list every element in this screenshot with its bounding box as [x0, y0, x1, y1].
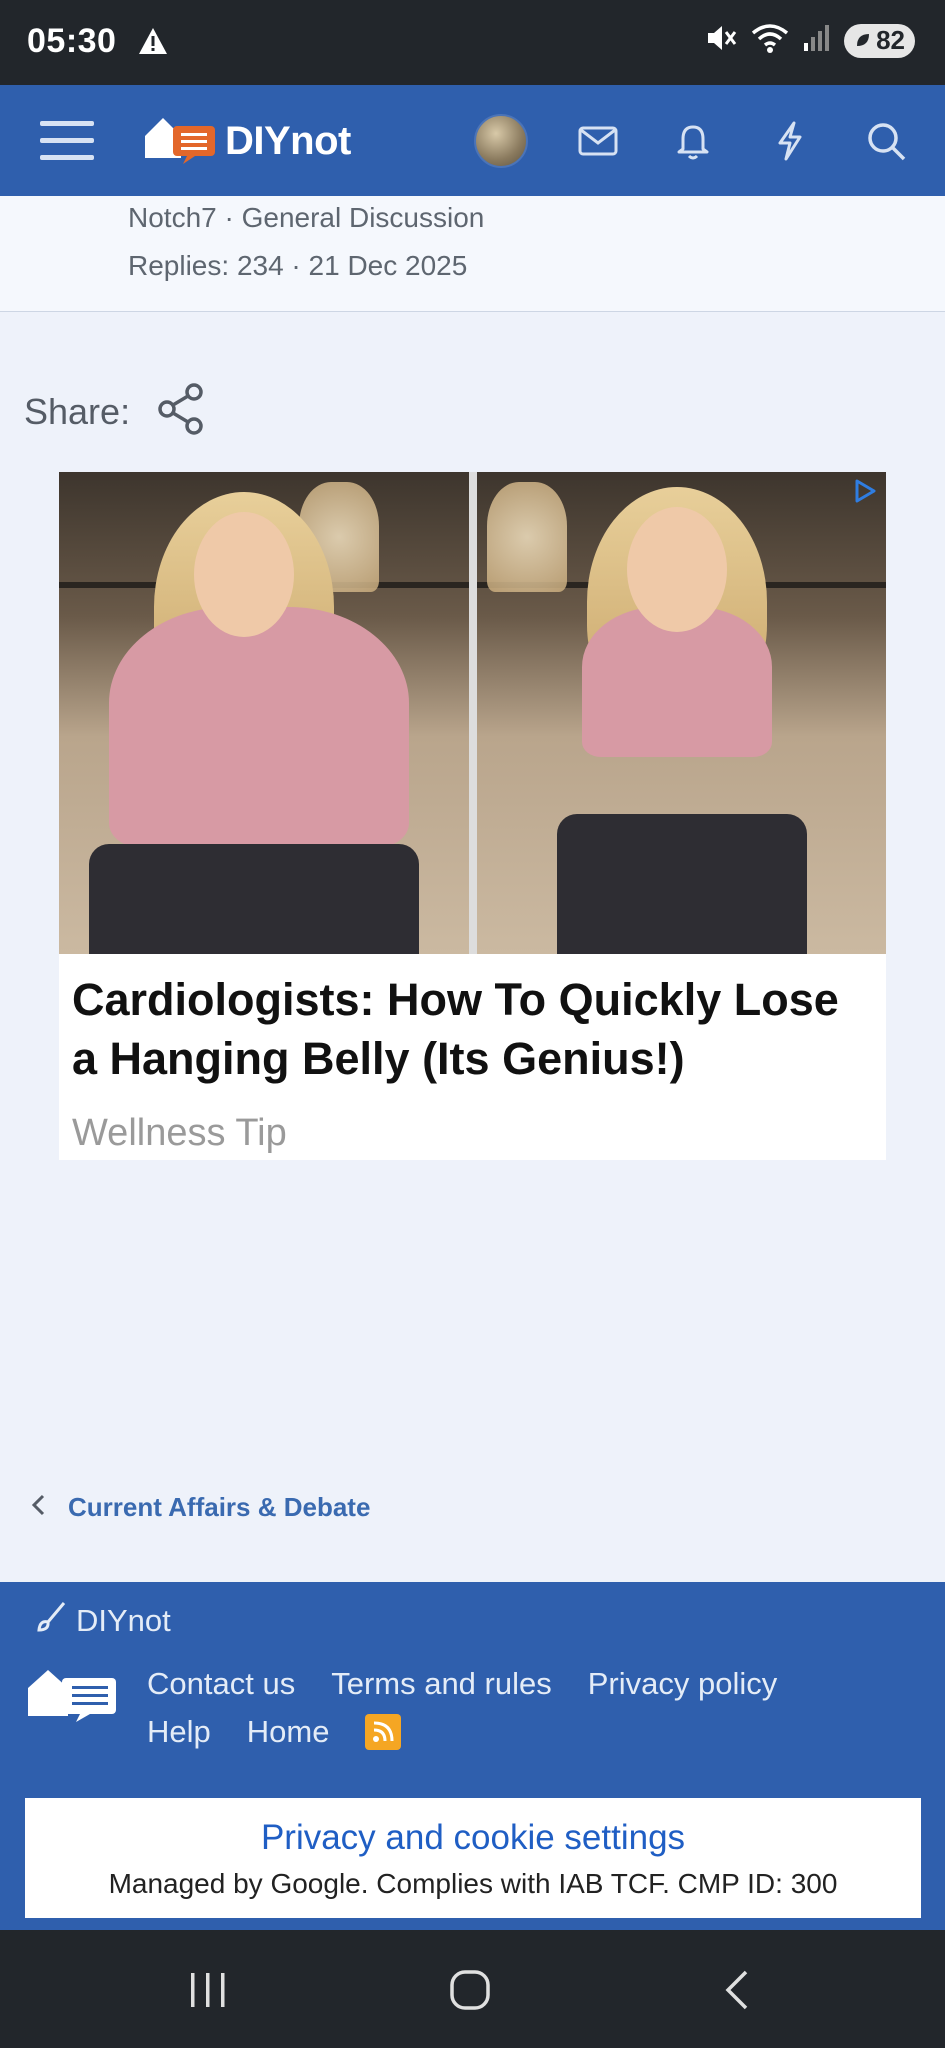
site-logo[interactable]: DIYnot [143, 111, 351, 171]
footer-brand-text: DIYnot [76, 1603, 171, 1638]
ad-image-before [59, 472, 469, 954]
site-header: DIYnot [0, 85, 945, 196]
battery-level: 82 [876, 25, 905, 55]
mute-icon [704, 22, 738, 59]
signal-icon [802, 23, 832, 58]
user-avatar[interactable] [474, 114, 528, 168]
footer-link-home[interactable]: Home [247, 1714, 330, 1750]
house-logo-icon [143, 112, 219, 171]
adchoices-icon[interactable] [852, 478, 878, 509]
style-chooser[interactable]: DIYnot [34, 1600, 171, 1642]
share-icon[interactable] [156, 382, 206, 441]
search-icon[interactable] [864, 119, 908, 163]
back-icon[interactable] [716, 1968, 760, 2017]
home-icon[interactable] [448, 1968, 492, 2017]
share-label: Share: [24, 390, 131, 432]
footer-logo-icon[interactable] [26, 1664, 120, 1729]
lightning-icon[interactable] [768, 119, 812, 163]
breadcrumb-link[interactable]: Current Affairs & Debate [68, 1492, 370, 1523]
status-bar: 05:30 82 [0, 0, 945, 85]
advertisement[interactable]: Cardiologists: How To Quickly Lose a Han… [59, 472, 886, 1160]
menu-icon[interactable] [40, 117, 94, 165]
privacy-settings-link[interactable]: Privacy and cookie settings [25, 1818, 921, 1858]
ad-image-after [476, 472, 886, 954]
battery-saver-icon [854, 25, 872, 56]
paintbrush-icon [34, 1600, 68, 1642]
share-section: Share: [24, 382, 206, 441]
bell-icon[interactable] [671, 119, 715, 163]
logo-text: DIYnot [225, 118, 351, 163]
chevron-left-icon [30, 1493, 46, 1522]
system-nav-bar [0, 1930, 945, 2048]
ad-source: Wellness Tip [72, 1112, 287, 1154]
status-time: 05:30 [27, 22, 117, 60]
footer-link-privacy[interactable]: Privacy policy [588, 1666, 778, 1702]
recents-icon[interactable] [186, 1968, 230, 2017]
footer-link-help[interactable]: Help [147, 1714, 211, 1750]
footer-links: Contact us Terms and rules Privacy polic… [147, 1666, 777, 1762]
ad-headline[interactable]: Cardiologists: How To Quickly Lose a Han… [72, 970, 872, 1088]
warning-icon [137, 26, 169, 61]
thread-meta: Notch7 · General Discussion Replies: 234… [0, 196, 945, 312]
site-footer: DIYnot Contact us Terms and rules Privac… [0, 1582, 945, 1930]
mail-icon[interactable] [576, 119, 620, 163]
footer-link-contact[interactable]: Contact us [147, 1666, 295, 1702]
ad-image[interactable] [59, 472, 886, 954]
privacy-subtitle: Managed by Google. Complies with IAB TCF… [108, 1868, 838, 1899]
breadcrumb[interactable]: Current Affairs & Debate [30, 1492, 370, 1523]
thread-replies-date: Replies: 234 · 21 Dec 2025 [128, 250, 468, 281]
battery-indicator: 82 [844, 23, 915, 58]
privacy-banner[interactable]: Privacy and cookie settings Managed by G… [25, 1798, 921, 1918]
footer-link-terms[interactable]: Terms and rules [331, 1666, 552, 1702]
thread-author-forum: Notch7 · General Discussion [128, 202, 485, 233]
rss-icon[interactable] [365, 1714, 402, 1750]
status-icons: 82 [704, 22, 915, 59]
wifi-icon [750, 22, 790, 59]
